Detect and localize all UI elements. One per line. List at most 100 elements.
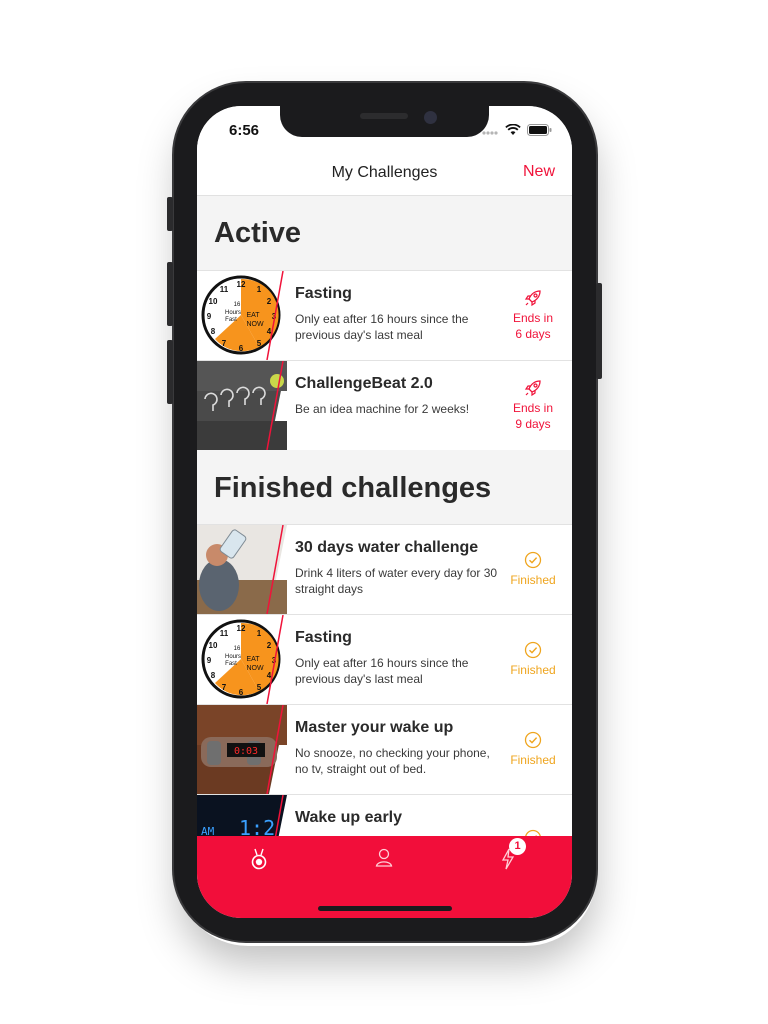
svg-text:12: 12 bbox=[237, 624, 246, 633]
challenge-thumbnail bbox=[197, 525, 287, 614]
challenge-row[interactable]: 0:03 Master your wake up No snooze, no c… bbox=[197, 704, 572, 794]
challenge-row[interactable]: AM 1:2 Wake up early bbox=[197, 794, 572, 836]
status-text: Finished bbox=[510, 663, 556, 677]
tab-profile[interactable] bbox=[375, 848, 393, 873]
clock-image: 16 Hours Fast EAT NOW 1212345 67891011 bbox=[197, 615, 287, 704]
check-circle-icon bbox=[524, 731, 542, 749]
svg-text:2: 2 bbox=[267, 641, 272, 650]
page-title: My Challenges bbox=[331, 164, 438, 181]
svg-text:9: 9 bbox=[207, 656, 212, 665]
status-icons bbox=[482, 124, 552, 136]
challenge-status bbox=[494, 795, 572, 836]
challenge-row[interactable]: 16 Hours Fast EAT NOW 12 1 2 3 4 5 6 7 8 9 10 11 F… bbox=[197, 270, 572, 360]
svg-text:5: 5 bbox=[257, 339, 262, 348]
status-line-2: 9 days bbox=[515, 417, 551, 431]
section-title-active: Active bbox=[214, 217, 302, 249]
svg-text:16: 16 bbox=[234, 646, 241, 652]
svg-text:1: 1 bbox=[257, 285, 262, 294]
svg-text:Hours: Hours bbox=[225, 654, 241, 660]
section-title-finished: Finished challenges bbox=[214, 472, 492, 504]
volume-down-button bbox=[167, 340, 173, 404]
svg-text:0:03: 0:03 bbox=[234, 746, 258, 757]
svg-text:10: 10 bbox=[209, 297, 218, 306]
screen: 6:56 My Challenges New Active 16 Hours F… bbox=[197, 106, 572, 918]
svg-text:Fast: Fast bbox=[225, 317, 237, 323]
check-circle-icon bbox=[525, 829, 541, 836]
svg-text:7: 7 bbox=[222, 339, 227, 348]
check-circle-icon bbox=[524, 551, 542, 569]
status-line-1: Ends in bbox=[512, 311, 554, 325]
challenge-title: Fasting bbox=[295, 629, 352, 646]
challenge-list[interactable]: Active 16 Hours Fast EAT NOW 12 1 2 3 4 5 67 bbox=[197, 196, 572, 836]
status-line-1: Ends in bbox=[512, 401, 554, 415]
challenge-description: Only eat after 16 hours since the previo… bbox=[295, 312, 469, 342]
medal-icon bbox=[251, 848, 267, 870]
svg-text:1: 1 bbox=[257, 629, 262, 638]
svg-text:11: 11 bbox=[220, 285, 229, 294]
clock-image: 16 Hours Fast EAT NOW 1212345 67891011 bbox=[197, 271, 287, 360]
svg-text:5: 5 bbox=[257, 683, 262, 692]
svg-text:Fast: Fast bbox=[225, 661, 237, 667]
svg-text:AM: AM bbox=[201, 825, 215, 836]
svg-text:10: 10 bbox=[209, 641, 218, 650]
challenge-thumbnail: 16 Hours Fast EAT NOW 12 1 2 3 4 5 6 7 8 9 10 11 bbox=[197, 271, 287, 360]
svg-text:8: 8 bbox=[211, 671, 216, 680]
challenge-title: 30 days water challenge bbox=[295, 539, 479, 556]
challenge-title: Fasting bbox=[295, 285, 352, 302]
svg-text:1:2: 1:2 bbox=[239, 816, 275, 836]
new-challenge-button[interactable]: New bbox=[523, 163, 555, 181]
challenge-description: Drink 4 liters of water every day for 30… bbox=[295, 566, 498, 596]
wifi-icon bbox=[505, 124, 521, 135]
svg-text:6: 6 bbox=[239, 344, 244, 353]
home-indicator bbox=[318, 906, 452, 911]
svg-text:12: 12 bbox=[237, 280, 246, 289]
section-header-active: Active bbox=[197, 196, 572, 270]
rocket-icon bbox=[524, 380, 541, 397]
digital-alarm-image: AM 1:2 bbox=[197, 795, 287, 836]
svg-text:8: 8 bbox=[211, 327, 216, 336]
svg-text:NOW: NOW bbox=[246, 665, 264, 672]
svg-text:7: 7 bbox=[222, 683, 227, 692]
svg-text:6: 6 bbox=[239, 688, 244, 697]
challenge-status: Ends in 6 days bbox=[494, 271, 572, 360]
challenge-description: Only eat after 16 hours since the previo… bbox=[295, 656, 469, 686]
status-time: 6:56 bbox=[229, 122, 260, 139]
challenge-row[interactable]: 16 Hours Fast EAT NOW 12 1 2 3 4 5 6 7 8 9 10 11 F… bbox=[197, 614, 572, 704]
challenge-status: Finished bbox=[494, 705, 572, 794]
challenge-thumbnail: 0:03 bbox=[197, 705, 287, 794]
profile-icon bbox=[375, 848, 393, 867]
volume-up-button bbox=[167, 262, 173, 326]
svg-text:EAT: EAT bbox=[246, 656, 260, 663]
challenge-description: No snooze, no checking your phone, no tv… bbox=[295, 746, 490, 776]
check-circle-icon bbox=[524, 641, 542, 659]
svg-text:16: 16 bbox=[234, 302, 241, 308]
tab-challenges[interactable] bbox=[250, 848, 268, 875]
challenge-thumbnail: 16 Hours Fast EAT NOW 12 1 2 3 4 5 6 7 8 9 10 11 bbox=[197, 615, 287, 704]
challenge-title: ChallengeBeat 2.0 bbox=[295, 375, 433, 392]
navigation-bar: My Challenges New bbox=[197, 150, 572, 196]
front-camera bbox=[424, 111, 437, 124]
challenge-title: Master your wake up bbox=[295, 719, 454, 736]
challenge-status: Finished bbox=[494, 615, 572, 704]
rocket-icon bbox=[524, 290, 541, 307]
challenge-thumbnail: AM 1:2 bbox=[197, 795, 287, 836]
section-header-finished: Finished challenges bbox=[197, 450, 572, 524]
svg-text:2: 2 bbox=[267, 297, 272, 306]
challenge-thumbnail bbox=[197, 361, 287, 450]
lightbulbs-image bbox=[197, 361, 287, 450]
status-text: Finished bbox=[510, 573, 556, 587]
challenge-row[interactable]: 30 days water challenge Drink 4 liters o… bbox=[197, 524, 572, 614]
svg-text:EAT: EAT bbox=[246, 312, 260, 319]
mute-switch bbox=[167, 197, 173, 231]
challenge-row[interactable]: ChallengeBeat 2.0 Be an idea machine for… bbox=[197, 360, 572, 450]
status-text: Finished bbox=[510, 753, 556, 767]
challenge-status: Finished bbox=[494, 525, 572, 614]
challenge-title: Wake up early bbox=[295, 809, 403, 826]
challenge-status: Ends in 9 days bbox=[494, 361, 572, 450]
status-line-2: 6 days bbox=[515, 327, 551, 341]
power-button bbox=[596, 283, 602, 379]
alarm-bomb-image: 0:03 bbox=[197, 705, 287, 794]
water-drinking-image bbox=[197, 525, 287, 614]
svg-text:Hours: Hours bbox=[225, 310, 241, 316]
challenge-description: Be an idea machine for 2 weeks! bbox=[295, 402, 470, 416]
